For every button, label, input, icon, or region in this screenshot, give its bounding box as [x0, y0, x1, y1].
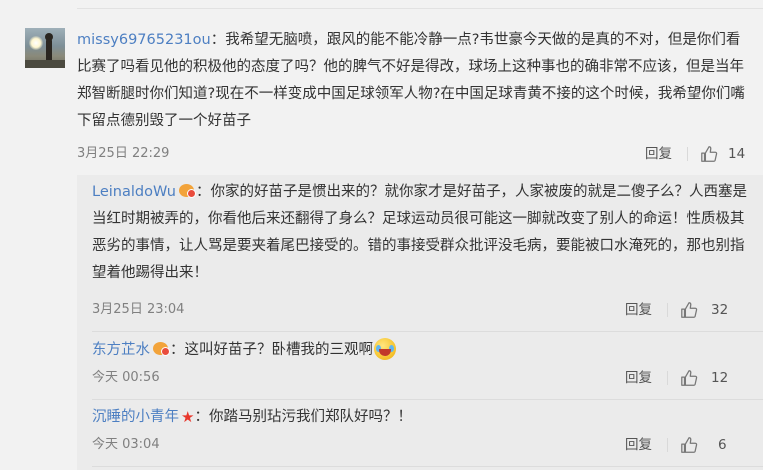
reply-reply-button[interactable]: 回复 — [625, 434, 652, 456]
reply-username[interactable]: 沉睡的小青年 — [92, 409, 179, 425]
reply-divider — [92, 399, 763, 400]
laughing-crying-emoji-icon — [374, 338, 396, 360]
avatar-sun — [29, 36, 43, 50]
reply-username[interactable]: LeinaldoWu — [92, 184, 176, 200]
reply-body: 东方芷水 ：这叫好苗子？卧槽我的三观啊 — [92, 337, 748, 364]
reply-like-count: 6 — [718, 437, 727, 453]
meta-separator — [667, 371, 668, 385]
reply-meta: 3月25日 23:04 回复 32 — [92, 299, 748, 321]
main-comment-meta: 3月25日 22:29 回复 14 — [77, 143, 749, 165]
avatar-figure-body — [46, 38, 52, 62]
thumbs-up-icon[interactable] — [680, 369, 698, 387]
reply-like-count: 32 — [711, 302, 729, 318]
reply-divider — [92, 331, 763, 332]
main-comment-body: missy69765231ou：我希望无脑喷，跟风的能不能冷静一点?韦世豪今天做… — [77, 27, 749, 135]
main-comment-like-count: 14 — [728, 146, 746, 162]
reply-reply-button[interactable]: 回复 — [625, 367, 652, 389]
top-divider — [77, 8, 763, 9]
meta-separator — [687, 147, 688, 161]
thumbs-up-icon[interactable] — [680, 436, 698, 454]
main-comment-username[interactable]: missy69765231ou — [77, 32, 211, 48]
reply-username[interactable]: 东方芷水 — [92, 342, 150, 358]
red-star-badge-icon: ★ — [181, 408, 195, 426]
reply-time: 今天 03:04 — [92, 437, 160, 452]
reply-item: LeinaldoWu ：你家的好苗子是惯出来的？就你家才是好苗子，人家被废的就是二… — [92, 179, 748, 287]
thumbs-up-icon[interactable] — [680, 301, 698, 319]
meta-separator — [667, 438, 668, 452]
avatar-ground — [25, 60, 65, 68]
meta-separator — [667, 303, 668, 317]
reply-item: 东方芷水 ：这叫好苗子？卧槽我的三观啊 — [92, 337, 748, 364]
reply-item: 沉睡的小青年 ★：你踏马别玷污我们郑队好吗？！ — [92, 404, 748, 431]
reply-reply-button[interactable]: 回复 — [625, 299, 652, 321]
reply-divider — [92, 466, 763, 467]
reply-time: 3月25日 23:04 — [92, 302, 185, 317]
reply-text: ：你踏马别玷污我们郑队好吗？！ — [194, 409, 412, 425]
reply-time: 今天 00:56 — [92, 370, 160, 385]
reply-meta: 今天 03:04 回复 6 — [92, 434, 748, 456]
main-comment-time: 3月25日 22:29 — [77, 146, 170, 161]
reply-list: LeinaldoWu ：你家的好苗子是惯出来的？就你家才是好苗子，人家被废的就是二… — [77, 175, 763, 470]
vip-badge-icon — [178, 182, 196, 199]
reply-like-count: 12 — [711, 370, 729, 386]
reply-body: LeinaldoWu ：你家的好苗子是惯出来的？就你家才是好苗子，人家被废的就是二… — [92, 179, 748, 287]
main-comment-reply-button[interactable]: 回复 — [645, 143, 672, 165]
avatar[interactable] — [25, 28, 65, 68]
vip-badge-icon — [152, 340, 170, 357]
thumbs-up-icon[interactable] — [700, 145, 718, 163]
reply-meta: 今天 00:56 回复 12 — [92, 367, 748, 389]
reply-text: ：这叫好苗子？卧槽我的三观啊 — [170, 342, 373, 358]
reply-body: 沉睡的小青年 ★：你踏马别玷污我们郑队好吗？！ — [92, 404, 748, 431]
